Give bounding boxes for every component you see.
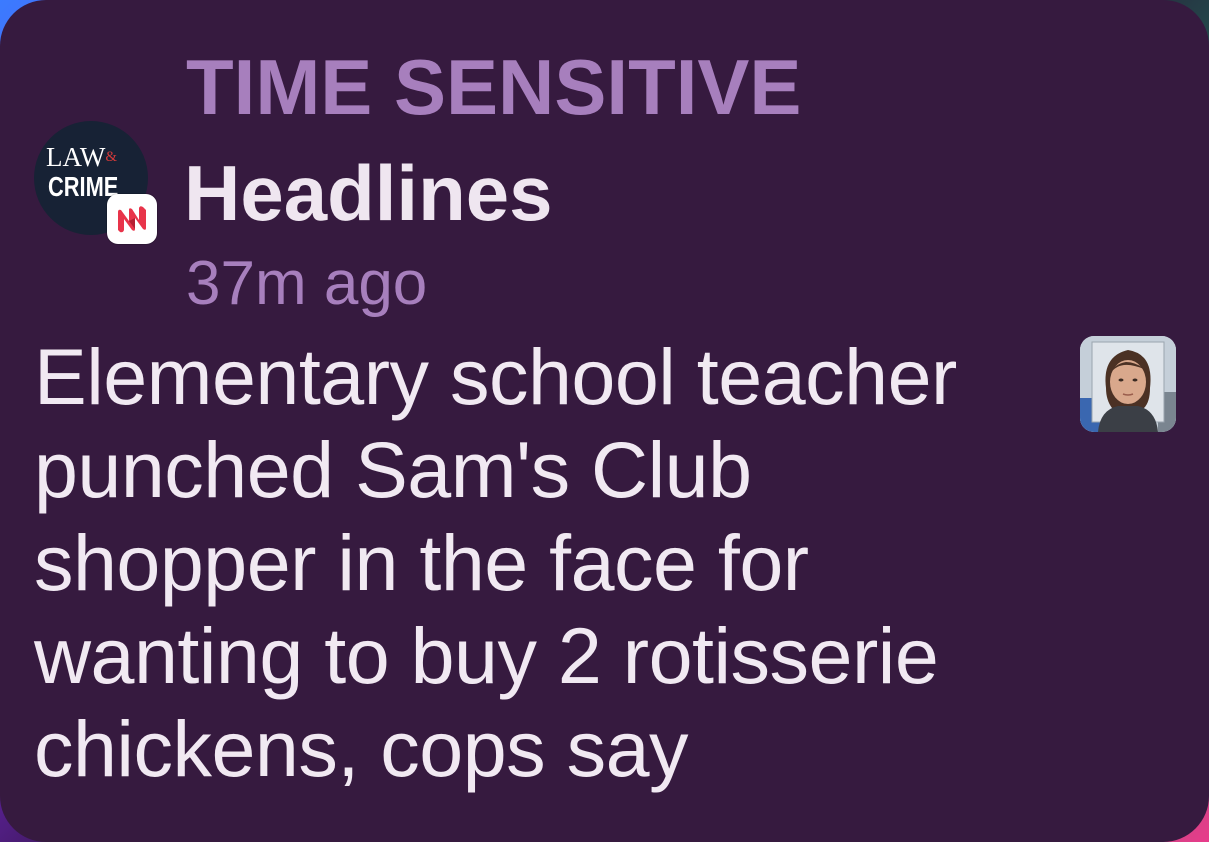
- news-app-icon: [107, 194, 157, 244]
- timestamp: 37m ago: [186, 249, 428, 318]
- notification-body: Elementary school teacher punched Sam's …: [34, 332, 957, 793]
- mugshot-thumbnail[interactable]: [1080, 336, 1176, 432]
- logo-text-crime: CRIME: [48, 171, 119, 202]
- logo-text-law: LAW: [46, 142, 106, 172]
- app-name: Headlines: [184, 149, 553, 237]
- time-sensitive-label: TIME SENSITIVE: [186, 43, 802, 131]
- logo-ampersand: &: [105, 149, 117, 165]
- notification-card[interactable]: LAW& CRIME TIME SENSITIVE Headlines 37m …: [0, 0, 1209, 842]
